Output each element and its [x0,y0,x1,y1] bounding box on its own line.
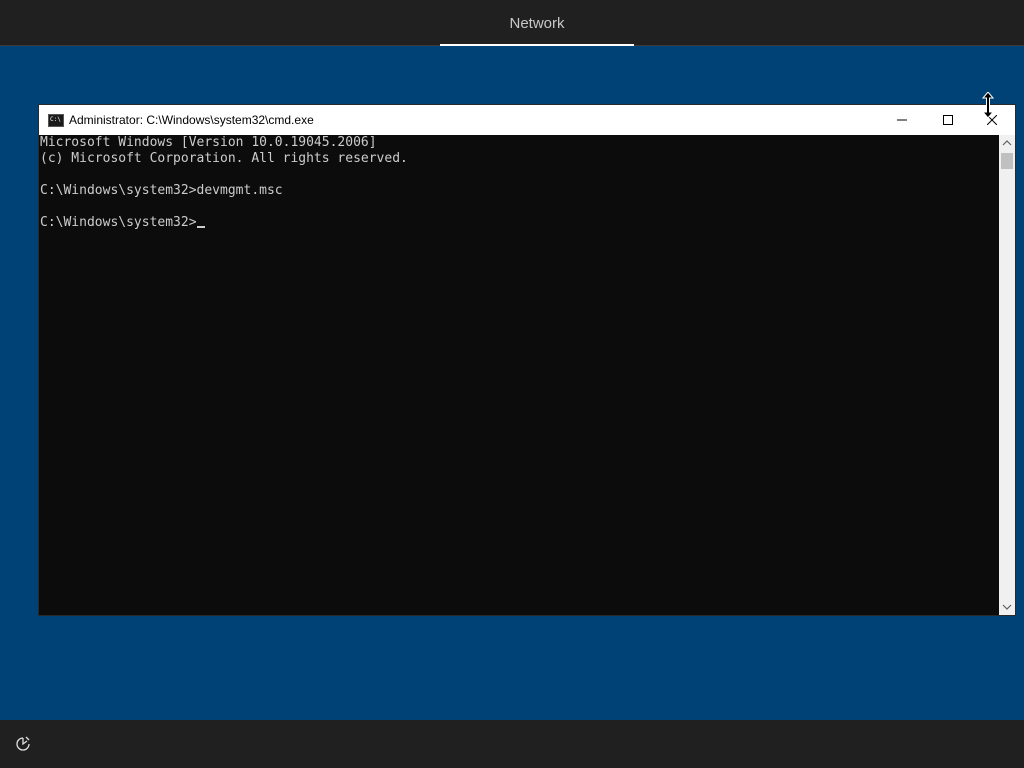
bottom-bar [0,720,1024,768]
accessibility-icon[interactable] [14,735,32,753]
scroll-down-button[interactable] [999,599,1015,615]
console-line: C:\Windows\system32>devmgmt.msc [40,183,283,198]
resize-cursor-icon [982,92,994,118]
maximize-icon [943,115,953,125]
cmd-window-title: Administrator: C:\Windows\system32\cmd.e… [69,113,314,127]
cmd-window[interactable]: C:\ Administrator: C:\Windows\system32\c… [38,104,1016,616]
vertical-scrollbar[interactable] [999,135,1015,615]
text-cursor [196,226,205,228]
console-line: (c) Microsoft Corporation. All rights re… [40,151,408,166]
console-prompt: C:\Windows\system32> [40,215,197,230]
chevron-up-icon [1002,140,1012,146]
tab-active-indicator [440,44,634,46]
chevron-down-icon [1002,604,1012,610]
top-bar: Network [0,0,1024,46]
minimize-icon [897,119,907,121]
cmd-icon: C:\ [48,114,64,127]
scroll-up-button[interactable] [999,135,1015,151]
maximize-button[interactable] [925,105,971,135]
console-output[interactable]: Microsoft Windows [Version 10.0.19045.20… [39,135,1000,615]
tab-network-label: Network [509,15,565,32]
minimize-button[interactable] [879,105,925,135]
cmd-title-bar[interactable]: C:\ Administrator: C:\Windows\system32\c… [39,105,1015,135]
console-line: Microsoft Windows [Version 10.0.19045.20… [40,135,377,150]
scrollbar-thumb[interactable] [1001,153,1013,169]
tab-network[interactable]: Network [440,0,634,46]
console-prompt-line[interactable]: C:\Windows\system32> [40,215,1000,231]
